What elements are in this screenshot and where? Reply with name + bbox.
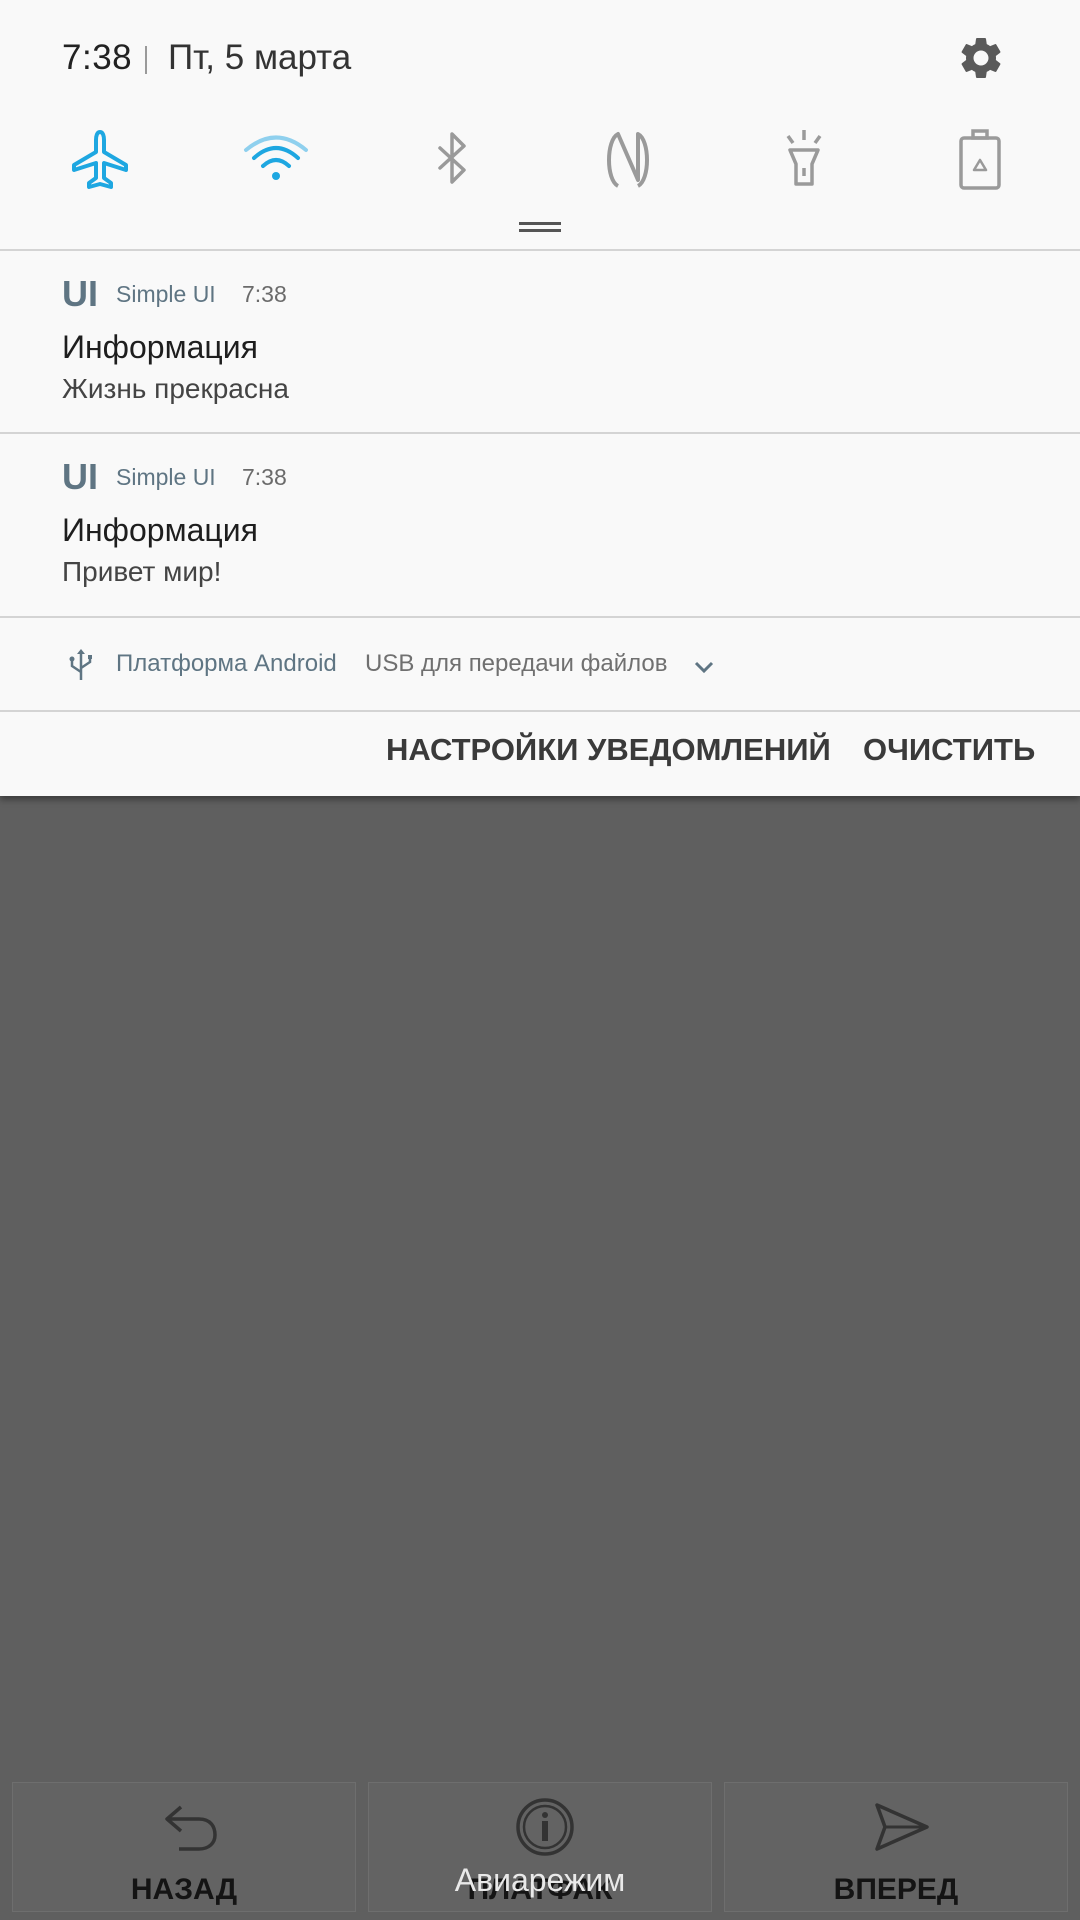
usb-mode-label: USB для передачи файлов	[365, 650, 668, 677]
power-saving-toggle[interactable]	[940, 120, 1020, 200]
power-saving-icon	[959, 129, 1001, 190]
clear-button[interactable]: ОЧИСТИТЬ	[863, 732, 1035, 768]
nfc-icon	[607, 132, 649, 188]
bluetooth-toggle[interactable]	[412, 120, 492, 200]
notification-settings-button[interactable]: НАСТРОЙКИ УВЕДОМЛЕНИЙ	[386, 732, 831, 768]
nfc-toggle[interactable]	[588, 120, 668, 200]
toast-message: Авиарежим	[454, 1862, 626, 1898]
notification-body: Привет мир!	[62, 556, 222, 587]
header-separator	[145, 46, 147, 74]
notification-actions: НАСТРОЙКИ УВЕДОМЛЕНИЙ ОЧИСТИТЬ	[0, 712, 1080, 796]
app-name: Simple UI	[116, 464, 216, 490]
notification-time: 7:38	[242, 281, 287, 307]
airplane-toggle[interactable]	[60, 120, 140, 200]
wifi-icon	[244, 135, 308, 180]
notification-card[interactable]: UI Simple UI 7:38 Информация Привет мир!	[0, 434, 1080, 616]
notification-title: Информация	[62, 329, 258, 365]
app-logo: UI	[62, 273, 98, 314]
bluetooth-icon	[438, 132, 466, 184]
notification-time: 7:38	[242, 464, 287, 490]
flashlight-toggle[interactable]	[764, 120, 844, 200]
chevron-down-icon[interactable]	[692, 656, 716, 678]
airplane-icon	[72, 130, 128, 189]
flashlight-icon	[786, 130, 822, 186]
info-icon	[516, 1798, 574, 1856]
gear-icon[interactable]	[956, 33, 1006, 83]
app-name: Simple UI	[116, 281, 216, 307]
undo-icon	[165, 1805, 217, 1851]
notification-body: Жизнь прекрасна	[62, 373, 289, 404]
notification-card[interactable]: UI Simple UI 7:38 Информация Жизнь прекр…	[0, 251, 1080, 433]
wifi-toggle[interactable]	[236, 120, 316, 200]
clock: 7:38	[62, 38, 133, 77]
date: Пт, 5 марта	[168, 38, 352, 77]
usb-platform-label: Платформа Android	[116, 650, 337, 677]
app-logo: UI	[62, 456, 98, 497]
usb-notification[interactable]: Платформа Android USB для передачи файло…	[0, 618, 1080, 710]
notification-shade: 7:38 Пт, 5 марта UI Simple UI 7:38 Инфор…	[0, 0, 1080, 796]
status-header: 7:38 Пт, 5 марта	[0, 0, 1080, 116]
notification-title: Информация	[62, 512, 258, 548]
usb-icon	[66, 648, 96, 682]
send-icon	[875, 1803, 929, 1851]
expand-handle[interactable]	[519, 222, 561, 232]
